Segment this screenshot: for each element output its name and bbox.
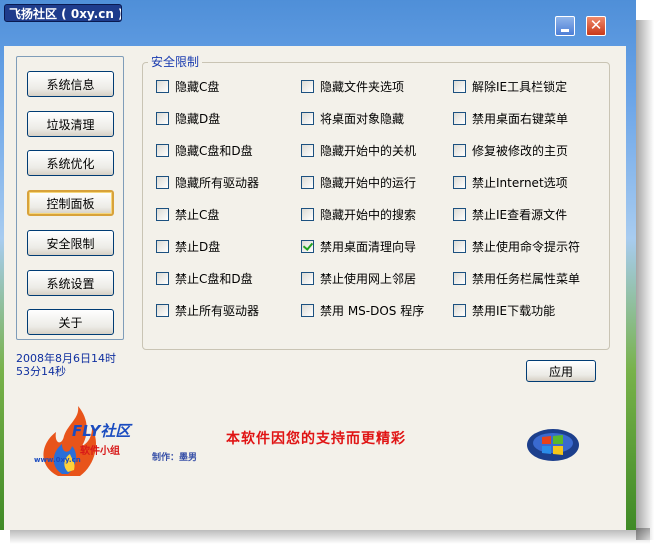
client-area: 系统信息 垃圾清理 系统优化 控制面板 安全限制 系统设置 关于 2008年8月…: [4, 46, 626, 530]
security-option-label: 隐藏开始中的搜索: [320, 207, 417, 222]
security-group-legend: 安全限制: [148, 53, 203, 70]
windows-flag-logo: [527, 429, 579, 461]
security-option[interactable]: 隐藏D盘: [156, 110, 220, 126]
security-option-label: 隐藏所有驱动器: [175, 175, 260, 190]
checkbox[interactable]: [453, 79, 466, 93]
security-option[interactable]: 禁止所有驱动器: [156, 302, 259, 318]
nav-panel: 系统信息 垃圾清理 系统优化 控制面板 安全限制 系统设置 关于: [16, 56, 124, 340]
checkbox[interactable]: [453, 143, 466, 157]
minimize-icon[interactable]: [555, 16, 575, 36]
footer-banner: FLY社区 软件小组 www.0xy.cn 制作：墨男 本软件因您的支持而更精彩: [4, 406, 626, 530]
checkbox[interactable]: [453, 207, 466, 221]
nav-security-button[interactable]: 安全限制: [27, 230, 114, 256]
checkbox[interactable]: [301, 175, 314, 189]
checkbox[interactable]: [453, 239, 466, 253]
datetime-line-2: 53分14秒: [16, 365, 66, 378]
security-option[interactable]: 禁止使用命令提示符: [453, 238, 580, 254]
checkbox[interactable]: [156, 303, 169, 317]
logo-group-text: 软件小组: [80, 446, 120, 457]
datetime-line-1: 2008年8月6日14时: [16, 352, 116, 365]
nav-control-panel-button[interactable]: 控制面板: [27, 190, 114, 216]
security-option[interactable]: 修复被修改的主页: [453, 142, 568, 158]
security-option-label: 修复被修改的主页: [472, 143, 569, 158]
checkbox[interactable]: [301, 239, 314, 253]
checkbox[interactable]: [301, 111, 314, 125]
author-credit: 制作：墨男: [152, 453, 198, 463]
security-option-label: 禁用IE下载功能: [472, 303, 556, 318]
security-option-label: 禁止C盘: [175, 207, 220, 222]
security-option[interactable]: 禁用桌面清理向导: [301, 238, 416, 254]
datetime-display: 2008年8月6日14时 53分14秒: [16, 352, 126, 378]
security-option[interactable]: 禁止IE查看源文件: [453, 206, 567, 222]
checkbox[interactable]: [301, 207, 314, 221]
security-option-label: 禁止使用网上邻居: [320, 271, 417, 286]
security-option[interactable]: 禁用IE下载功能: [453, 302, 555, 318]
apply-button[interactable]: 应用: [526, 360, 596, 382]
security-option[interactable]: 隐藏所有驱动器: [156, 174, 259, 190]
slogan-text: 本软件因您的支持而更精彩: [226, 431, 406, 447]
nav-about-button[interactable]: 关于: [27, 309, 114, 335]
security-option-label: 禁用 MS-DOS 程序: [320, 303, 425, 318]
checkbox[interactable]: [156, 271, 169, 285]
frame-shadow-right: [636, 20, 654, 540]
checkbox[interactable]: [453, 303, 466, 317]
security-option-label: 隐藏开始中的运行: [320, 175, 417, 190]
security-option-label: 隐藏开始中的关机: [320, 143, 417, 158]
security-option[interactable]: 隐藏开始中的关机: [301, 142, 416, 158]
logo-brand-text: FLY社区: [72, 422, 131, 440]
security-option-label: 禁用桌面右键菜单: [472, 111, 569, 126]
security-option[interactable]: 将桌面对象隐藏: [301, 110, 404, 126]
checkbox[interactable]: [156, 239, 169, 253]
security-option[interactable]: 禁用桌面右键菜单: [453, 110, 568, 126]
security-option[interactable]: 隐藏开始中的搜索: [301, 206, 416, 222]
frame-shadow-bottom: [10, 528, 650, 544]
security-option[interactable]: 解除IE工具栏锁定: [453, 78, 567, 94]
security-option-label: 禁止Internet选项: [472, 175, 568, 190]
security-option-label: 禁用桌面清理向导: [320, 239, 417, 254]
nav-settings-button[interactable]: 系统设置: [27, 270, 114, 296]
security-option[interactable]: 禁用 MS-DOS 程序: [301, 302, 424, 318]
checkbox[interactable]: [453, 271, 466, 285]
checkbox[interactable]: [156, 143, 169, 157]
security-option-label: 禁止使用命令提示符: [472, 239, 581, 254]
security-option[interactable]: 禁止Internet选项: [453, 174, 568, 190]
security-option-label: 将桌面对象隐藏: [320, 111, 405, 126]
security-option-label: 隐藏D盘: [175, 111, 221, 126]
checkbox[interactable]: [301, 143, 314, 157]
security-option-label: 禁止IE查看源文件: [472, 207, 568, 222]
security-option[interactable]: 禁止使用网上邻居: [301, 270, 416, 286]
security-option[interactable]: 禁止C盘: [156, 206, 219, 222]
app-window: 飞扬社区 ( 0xy.cn ) ✕ 系统信息 垃圾清理 系统优化 控制面板 安全…: [0, 0, 636, 530]
security-option-label: 禁用任务栏属性菜单: [472, 271, 581, 286]
checkbox[interactable]: [301, 271, 314, 285]
security-option-label: 禁止D盘: [175, 239, 221, 254]
checkbox[interactable]: [156, 207, 169, 221]
security-option-label: 隐藏C盘: [175, 79, 220, 94]
checkbox[interactable]: [301, 79, 314, 93]
logo-url-text: www.0xy.cn: [34, 456, 81, 464]
security-option[interactable]: 禁止C盘和D盘: [156, 270, 253, 286]
checkbox[interactable]: [156, 79, 169, 93]
nav-junk-clean-button[interactable]: 垃圾清理: [27, 111, 114, 137]
nav-optimize-button[interactable]: 系统优化: [27, 150, 114, 176]
close-icon[interactable]: ✕: [586, 16, 606, 36]
security-option[interactable]: 隐藏C盘和D盘: [156, 142, 253, 158]
security-option-label: 解除IE工具栏锁定: [472, 79, 568, 94]
nav-system-info-button[interactable]: 系统信息: [27, 71, 114, 97]
security-option-label: 隐藏C盘和D盘: [175, 143, 253, 158]
checkbox[interactable]: [301, 303, 314, 317]
security-option-label: 隐藏文件夹选项: [320, 79, 405, 94]
security-option-label: 禁止C盘和D盘: [175, 271, 253, 286]
security-option[interactable]: 禁用任务栏属性菜单: [453, 270, 580, 286]
checkbox[interactable]: [453, 111, 466, 125]
checkbox[interactable]: [156, 111, 169, 125]
security-option-label: 禁止所有驱动器: [175, 303, 260, 318]
window-title: 飞扬社区 ( 0xy.cn ): [4, 4, 122, 22]
checkbox[interactable]: [156, 175, 169, 189]
security-option[interactable]: 隐藏C盘: [156, 78, 219, 94]
security-option[interactable]: 隐藏文件夹选项: [301, 78, 404, 94]
checkbox[interactable]: [453, 175, 466, 189]
security-option[interactable]: 禁止D盘: [156, 238, 220, 254]
security-option[interactable]: 隐藏开始中的运行: [301, 174, 416, 190]
